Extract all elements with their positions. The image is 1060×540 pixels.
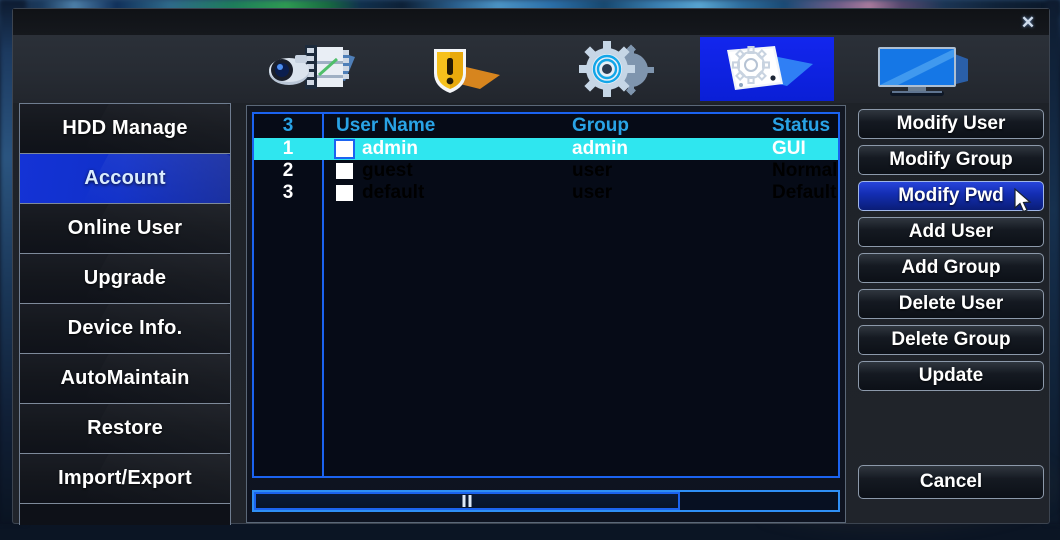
alarm-shield-icon — [422, 41, 508, 97]
gear-settings-icon — [573, 40, 661, 98]
sidebar-item-hdd-manage[interactable]: HDD Manage — [20, 104, 230, 154]
account-table-panel: 3 User Name Group Status 1 admin admin G… — [246, 105, 846, 523]
row-index: 3 — [254, 182, 322, 204]
row-user-name-cell: admin — [322, 138, 572, 160]
table-header-count: 3 — [254, 115, 322, 137]
modify-pwd-button[interactable]: Modify Pwd — [858, 181, 1044, 211]
horizontal-scrollbar[interactable] — [252, 490, 840, 512]
update-button[interactable]: Update — [858, 361, 1044, 391]
sidebar-item-label: AutoMaintain — [60, 367, 189, 390]
content-area: HDD Manage Account Online User Upgrade D… — [13, 103, 1049, 525]
row-checkbox[interactable] — [336, 141, 353, 157]
row-group: user — [572, 160, 772, 182]
sidebar-item-label: HDD Manage — [62, 117, 187, 140]
scrollbar-grip-icon — [463, 495, 472, 507]
table-row[interactable]: 2 guest user Normal — [254, 160, 838, 182]
table-row[interactable]: 1 admin admin GUI — [254, 138, 838, 160]
row-user-name-cell: guest — [322, 160, 572, 182]
advanced-tools-icon — [713, 40, 821, 98]
action-button-column: Modify User Modify Group Modify Pwd Add … — [858, 109, 1044, 397]
account-table: 3 User Name Group Status 1 admin admin G… — [252, 112, 840, 478]
button-label: Delete Group — [891, 329, 1010, 351]
sidebar-item-label: Online User — [68, 217, 182, 240]
add-user-button[interactable]: Add User — [858, 217, 1044, 247]
sidebar-item-label: Import/Export — [58, 467, 192, 490]
settings-window: ✕ — [12, 8, 1050, 524]
row-checkbox[interactable] — [336, 185, 353, 201]
button-label: Modify User — [897, 113, 1006, 135]
sidebar-item-automaintain[interactable]: AutoMaintain — [20, 354, 230, 404]
sidebar-item-online-user[interactable]: Online User — [20, 204, 230, 254]
sidebar-item-upgrade[interactable]: Upgrade — [20, 254, 230, 304]
row-index: 1 — [254, 138, 322, 160]
button-label: Delete User — [899, 293, 1004, 315]
cancel-button[interactable]: Cancel — [858, 465, 1044, 499]
button-label: Modify Pwd — [898, 185, 1004, 207]
row-user-name-cell: default — [322, 182, 572, 204]
add-group-button[interactable]: Add Group — [858, 253, 1044, 283]
sidebar-item-label: Device Info. — [68, 317, 183, 340]
row-user-name: default — [362, 182, 424, 204]
button-label: Add Group — [901, 257, 1000, 279]
toolbar-item-advanced[interactable] — [700, 37, 834, 101]
row-status: GUI — [772, 138, 838, 160]
delete-user-button[interactable]: Delete User — [858, 289, 1044, 319]
settings-sidebar: HDD Manage Account Online User Upgrade D… — [19, 103, 231, 525]
row-user-name: admin — [362, 138, 418, 160]
table-header-status: Status — [772, 115, 838, 137]
button-label: Update — [919, 365, 983, 387]
modify-group-button[interactable]: Modify Group — [858, 145, 1044, 175]
close-icon[interactable]: ✕ — [1017, 13, 1039, 33]
scrollbar-thumb[interactable] — [254, 492, 680, 510]
button-label: Cancel — [920, 471, 982, 493]
display-monitor-icon — [868, 41, 972, 97]
sidebar-item-restore[interactable]: Restore — [20, 404, 230, 454]
button-label: Modify Group — [889, 149, 1012, 171]
toolbar-item-display[interactable] — [853, 37, 987, 101]
row-status: Normal — [772, 160, 838, 182]
button-label: Add User — [909, 221, 993, 243]
toolbar-item-record[interactable] — [248, 37, 382, 101]
row-group: user — [572, 182, 772, 204]
row-group: admin — [572, 138, 772, 160]
table-header-group: Group — [572, 115, 772, 137]
modify-user-button[interactable]: Modify User — [858, 109, 1044, 139]
main-icon-toolbar — [13, 35, 1049, 103]
sidebar-item-device-info[interactable]: Device Info. — [20, 304, 230, 354]
row-status: Default Use — [772, 182, 840, 204]
recording-config-icon — [267, 41, 363, 97]
row-user-name: guest — [362, 160, 413, 182]
row-index: 2 — [254, 160, 322, 182]
toolbar-item-alarm[interactable] — [398, 37, 532, 101]
table-header-user-name: User Name — [322, 115, 572, 137]
table-header-row: 3 User Name Group Status — [254, 114, 838, 138]
table-row[interactable]: 3 default user Default Use — [254, 182, 838, 204]
sidebar-item-label: Account — [84, 167, 165, 190]
toolbar-item-system[interactable] — [550, 37, 684, 101]
row-checkbox[interactable] — [336, 163, 353, 179]
sidebar-item-import-export[interactable]: Import/Export — [20, 454, 230, 504]
sidebar-item-label: Restore — [87, 417, 163, 440]
sidebar-item-account[interactable]: Account — [20, 154, 230, 204]
window-titlebar: ✕ — [13, 9, 1049, 35]
sidebar-item-label: Upgrade — [84, 267, 167, 290]
delete-group-button[interactable]: Delete Group — [858, 325, 1044, 355]
